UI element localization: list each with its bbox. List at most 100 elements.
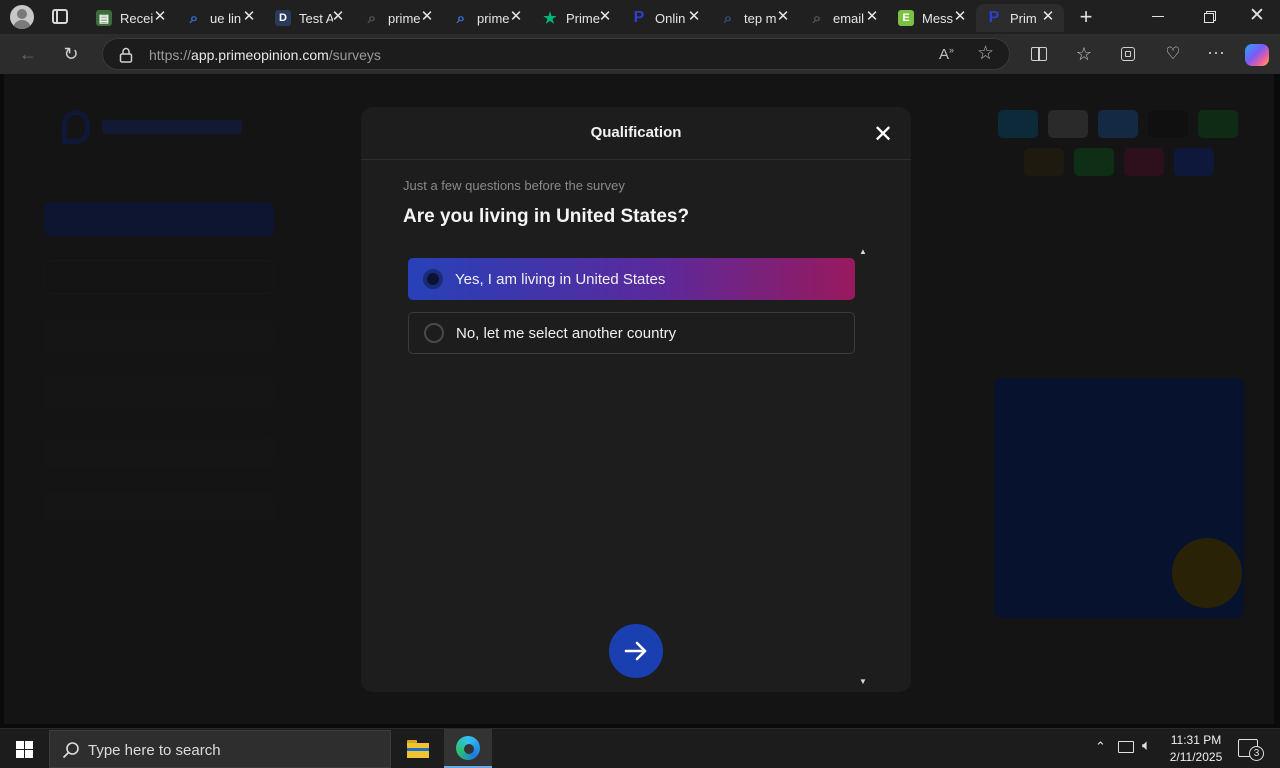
browser-tab[interactable]: P Prim ✕	[976, 4, 1064, 32]
site-logo	[62, 110, 242, 144]
browser-tab[interactable]: ⌕ prime ✕	[443, 4, 532, 32]
modal-header: Qualification ✕	[361, 107, 911, 160]
windows-start-icon[interactable]	[16, 741, 33, 758]
option-label: No, let me select another country	[456, 324, 677, 342]
tab-title: email	[833, 10, 865, 26]
qualification-modal: Qualification ✕ Just a few questions bef…	[361, 107, 911, 692]
sidebar-item-4[interactable]	[44, 376, 274, 410]
tab-actions-icon[interactable]	[52, 9, 68, 24]
sidebar-item-offers[interactable]	[44, 260, 274, 294]
tab-title: Recei	[120, 10, 154, 26]
copilot-icon[interactable]	[1245, 44, 1269, 66]
primeopinion-icon: P	[988, 9, 1000, 26]
tab-title: prime	[477, 10, 510, 26]
show-hidden-icons-icon[interactable]: ⌃	[1095, 739, 1106, 755]
scroll-down-arrow[interactable]: ▼	[858, 678, 868, 686]
windows-taskbar: Type here to search ⌃ 🔈︎ 11:31 PM 2/11/2…	[0, 728, 1280, 768]
browser-tab[interactable]: P Onlin ✕	[621, 4, 710, 32]
browser-tab[interactable]: ⌕ tep m ✕	[710, 4, 799, 32]
question-text: Are you living in United States?	[403, 206, 690, 227]
option-yes[interactable]: Yes, I am living in United States	[408, 258, 855, 300]
more-menu-icon[interactable]: ···	[1203, 39, 1229, 65]
new-tab-button[interactable]: +	[1074, 6, 1098, 28]
split-screen-icon[interactable]	[1026, 41, 1052, 67]
next-button[interactable]	[609, 624, 663, 678]
close-window-button[interactable]: ✕	[1248, 6, 1266, 26]
close-tab-icon[interactable]: ✕	[419, 9, 435, 25]
modal-title: Qualification	[590, 124, 682, 141]
tab-title: Onlin	[655, 10, 686, 26]
browser-essentials-icon[interactable]: ♡	[1160, 41, 1186, 67]
volume-icon[interactable]: 🔈︎	[1142, 737, 1151, 754]
clock-time: 11:31 PM	[1170, 733, 1222, 747]
search-placeholder: Type here to search	[88, 742, 221, 759]
sidebar-item-5[interactable]	[44, 434, 274, 468]
close-tab-icon[interactable]: ✕	[775, 9, 791, 25]
address-bar[interactable]: https://app.primeopinion.com/surveys A» …	[102, 38, 1010, 70]
notification-count-badge: 3	[1249, 746, 1264, 761]
favorites-icon[interactable]: ☆	[1071, 41, 1097, 67]
taskbar-search[interactable]: Type here to search	[49, 730, 391, 768]
star-icon: ★	[543, 10, 557, 27]
reward-logos	[994, 106, 1244, 178]
network-icon[interactable]	[1118, 741, 1134, 753]
d-logo-icon: D	[275, 10, 291, 26]
browser-tab[interactable]: E Mess ✕	[888, 4, 976, 32]
browser-tab[interactable]: ★ Prime ✕	[532, 4, 621, 32]
close-tab-icon[interactable]: ✕	[864, 9, 880, 25]
tab-title: Prim	[1010, 10, 1037, 26]
close-tab-icon[interactable]: ✕	[241, 9, 257, 25]
sidebar-item-more[interactable]	[44, 492, 274, 526]
close-tab-icon[interactable]: ✕	[330, 9, 346, 25]
modal-subheading: Just a few questions before the survey	[403, 178, 625, 193]
radio-button-selected[interactable]	[423, 269, 443, 289]
address-bar-row: ← ↻ https://app.primeopinion.com/surveys…	[0, 34, 1280, 74]
back-icon[interactable]: ←	[15, 41, 41, 67]
browser-tab[interactable]: ⌕ prime ✕	[354, 4, 443, 32]
restore-button[interactable]	[1204, 11, 1216, 23]
tab-title: ue lin	[210, 10, 242, 26]
option-no[interactable]: No, let me select another country	[408, 312, 855, 354]
minimize-button[interactable]	[1152, 16, 1164, 17]
close-tab-icon[interactable]: ✕	[508, 9, 524, 25]
favorite-star-icon[interactable]: ☆	[977, 42, 994, 65]
close-tab-icon[interactable]: ✕	[152, 9, 168, 25]
sidebar-item-surveys[interactable]	[44, 202, 274, 236]
sidebar-item-3[interactable]	[44, 318, 274, 352]
url-text[interactable]: https://app.primeopinion.com/surveys	[149, 47, 381, 63]
tab-title: tep m	[744, 10, 777, 26]
sheets-icon: ▤	[96, 10, 112, 26]
refresh-icon[interactable]: ↻	[58, 41, 84, 67]
read-aloud-icon[interactable]: A»	[939, 45, 954, 63]
scroll-up-arrow[interactable]: ▲	[858, 248, 868, 256]
tab-title: prime	[388, 10, 421, 26]
search-icon: ⌕	[367, 9, 377, 27]
close-tab-icon[interactable]: ✕	[1040, 9, 1056, 25]
file-explorer-icon[interactable]	[407, 740, 429, 758]
close-tab-icon[interactable]: ✕	[686, 9, 702, 25]
search-icon	[62, 742, 79, 759]
browser-tab[interactable]: ⌕ ue lin ✕	[176, 4, 265, 32]
option-label: Yes, I am living in United States	[455, 270, 666, 288]
lock-icon[interactable]	[119, 47, 133, 63]
browser-tab[interactable]: ▤ Recei ✕	[86, 4, 176, 32]
tab-title: Prime	[566, 10, 600, 26]
collections-icon[interactable]	[1115, 41, 1141, 67]
close-icon[interactable]: ✕	[871, 123, 895, 147]
search-icon: ⌕	[189, 9, 199, 27]
primeopinion-icon: P	[633, 9, 645, 26]
search-icon: ⌕	[723, 9, 733, 27]
close-tab-icon[interactable]: ✕	[952, 9, 968, 25]
profile-avatar[interactable]	[10, 5, 34, 29]
tab-title: Mess	[922, 10, 954, 26]
referral-card	[994, 378, 1244, 618]
notification-icon[interactable]: 3	[1238, 739, 1264, 761]
close-tab-icon[interactable]: ✕	[597, 9, 613, 25]
page-viewport: Qualification ✕ Just a few questions bef…	[0, 74, 1280, 728]
search-icon: ⌕	[456, 9, 466, 27]
browser-tab[interactable]: D Test A ✕	[265, 4, 354, 32]
browser-tab[interactable]: ⌕ email ✕	[799, 4, 888, 32]
radio-button[interactable]	[424, 323, 444, 343]
system-clock[interactable]: 11:31 PM 2/11/2025	[1160, 732, 1232, 766]
edge-taskbar-button[interactable]	[444, 729, 492, 768]
